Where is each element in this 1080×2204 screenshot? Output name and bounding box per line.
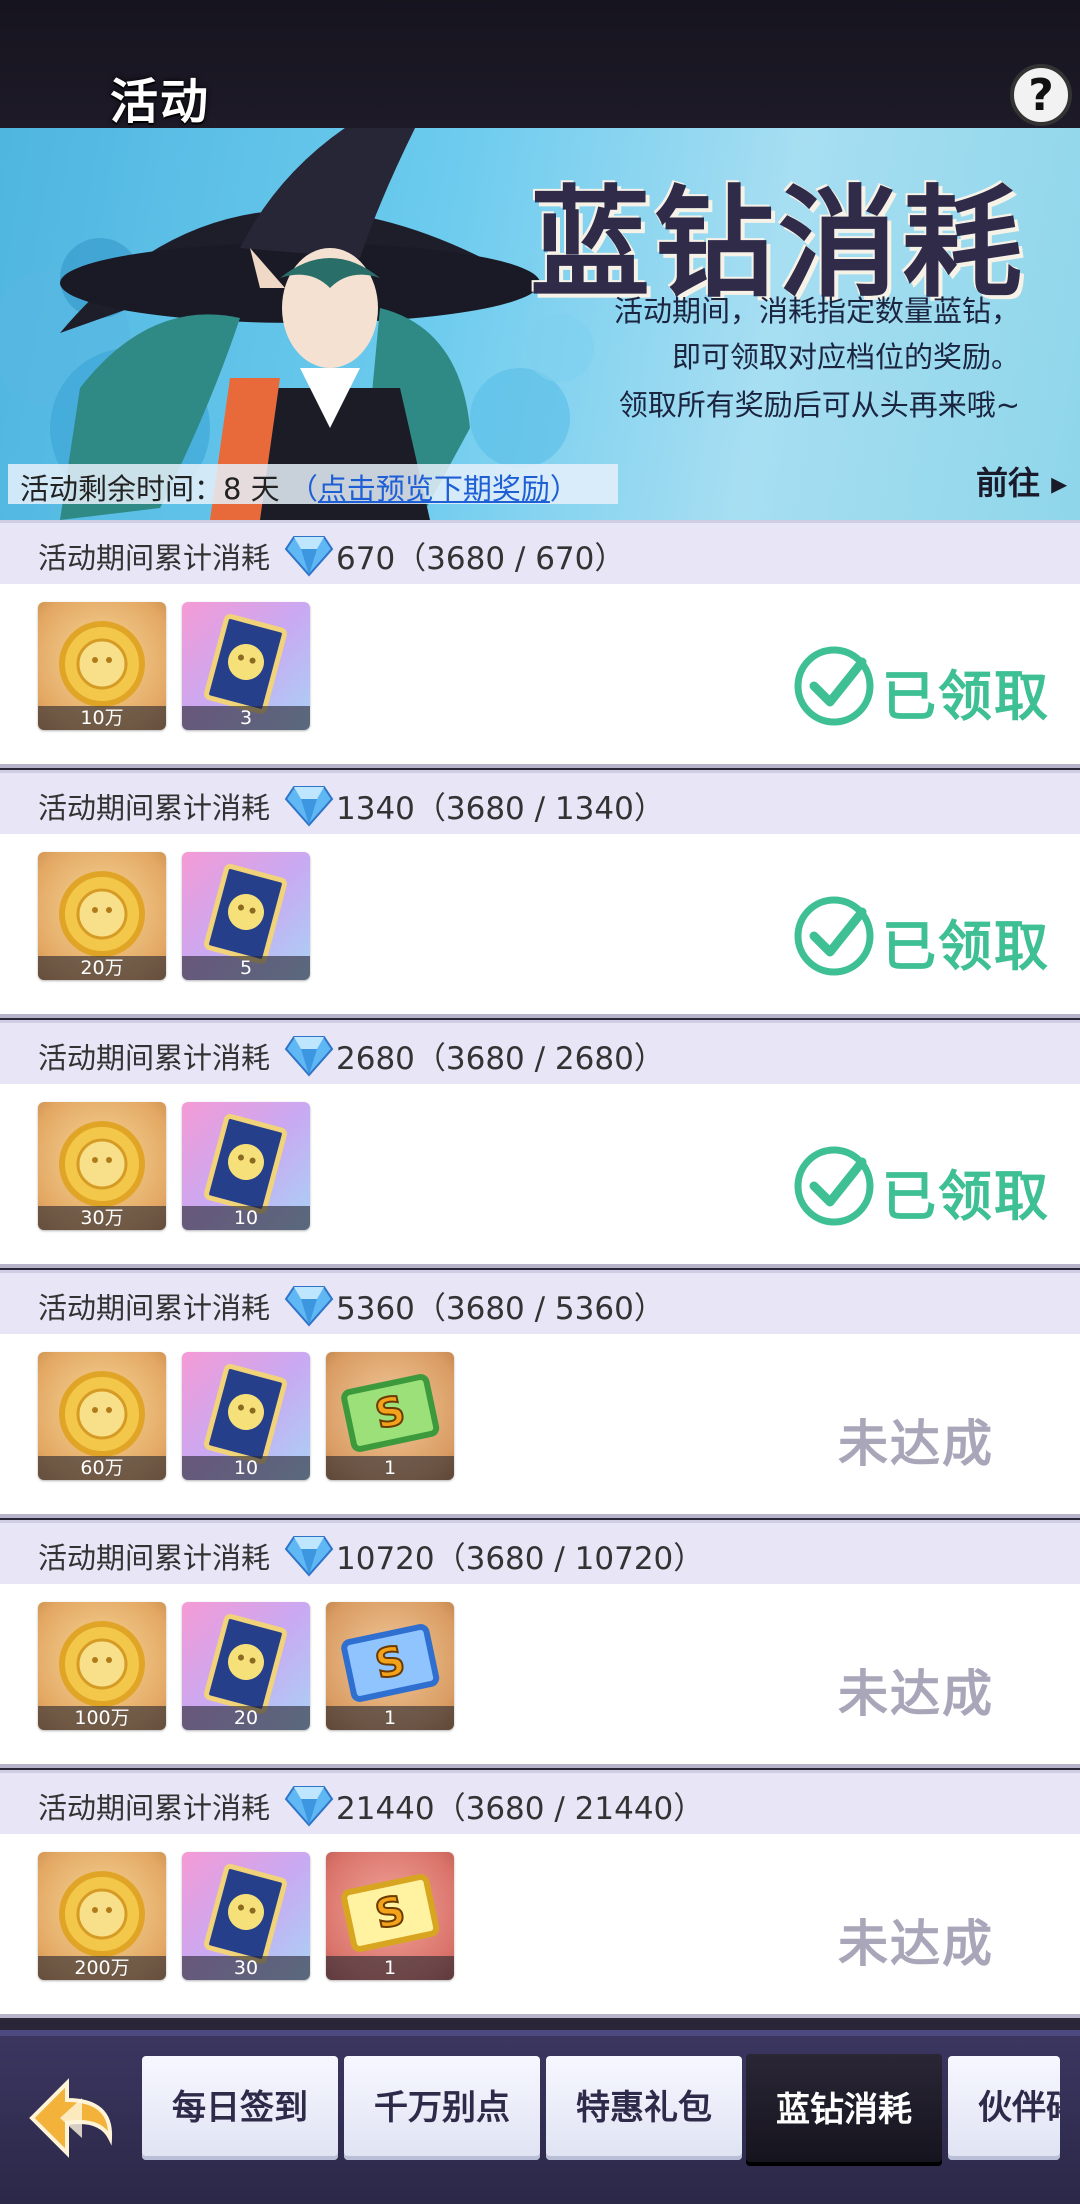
tab-item[interactable]: 每日签到 bbox=[142, 2056, 338, 2160]
tier-card: 活动期间累计消耗 5360（3680 / 5360） 60万 10 S 1 未达成 bbox=[0, 1270, 1080, 1520]
claimed-label: 已领取 bbox=[882, 1165, 1050, 1228]
tier-progress: 5360（3680 / 5360） bbox=[336, 1291, 665, 1327]
not-reached-label: 未达成 bbox=[838, 1915, 994, 1973]
reward-count: 10 bbox=[182, 1456, 310, 1480]
blue-diamond-icon bbox=[284, 1533, 334, 1581]
preview-next-rewards-link[interactable]: 点击预览下期奖励 bbox=[318, 472, 550, 506]
tier-header: 活动期间累计消耗 5360（3680 / 5360） bbox=[0, 1270, 1080, 1334]
reward-item[interactable]: S1 bbox=[326, 1852, 454, 1980]
reward-item[interactable]: 30 bbox=[182, 1852, 310, 1980]
tier-progress: 21440（3680 / 21440） bbox=[336, 1791, 705, 1827]
tier-card: 活动期间累计消耗 21440（3680 / 21440） 200万 30 S 1 未达成 bbox=[0, 1770, 1080, 2020]
not-reached-label: 未达成 bbox=[838, 1665, 994, 1723]
blue-diamond-icon bbox=[284, 1283, 334, 1331]
reward-count: 1 bbox=[326, 1706, 454, 1730]
tier-body: 200万 30 S 1 未达成 bbox=[0, 1834, 1080, 2018]
claimed-label: 已领取 bbox=[882, 915, 1050, 978]
reward-count: 60万 bbox=[38, 1456, 166, 1480]
page-title: 活动 bbox=[110, 74, 211, 130]
tier-progress: 670（3680 / 670） bbox=[336, 541, 626, 577]
timer-paren-open: （ bbox=[288, 472, 318, 506]
tier-card: 活动期间累计消耗 1340（3680 / 1340） 20万 5 已领取 bbox=[0, 770, 1080, 1020]
tier-body: 100万 20 S 1 未达成 bbox=[0, 1584, 1080, 1768]
banner-desc-line-1: 活动期间，消耗指定数量蓝钻， bbox=[613, 294, 1020, 328]
tier-header: 活动期间累计消耗 670（3680 / 670） bbox=[0, 520, 1080, 584]
reward-item[interactable]: 60万 bbox=[38, 1352, 166, 1480]
blue-diamond-icon bbox=[284, 783, 334, 831]
reward-count: 10 bbox=[182, 1206, 310, 1230]
reward-item[interactable]: 10 bbox=[182, 1352, 310, 1480]
tier-header: 活动期间累计消耗 21440（3680 / 21440） bbox=[0, 1770, 1080, 1834]
reward-item[interactable]: 20 bbox=[182, 1602, 310, 1730]
tier-label: 活动期间累计消耗 bbox=[38, 1541, 271, 1575]
reward-count: 1 bbox=[326, 1956, 454, 1980]
back-arrow-icon[interactable] bbox=[22, 2068, 122, 2168]
reward-item[interactable]: 100万 bbox=[38, 1602, 166, 1730]
reward-item[interactable]: S1 bbox=[326, 1602, 454, 1730]
reward-item[interactable]: 10 bbox=[182, 1102, 310, 1230]
reward-count: 20万 bbox=[38, 956, 166, 980]
event-banner: 蓝钻消耗 活动期间，消耗指定数量蓝钻， 即可领取对应档位的奖励。 领取所有奖励后… bbox=[0, 128, 1080, 520]
question-mark-icon[interactable]: ? bbox=[1010, 64, 1072, 126]
blue-diamond-icon bbox=[284, 1783, 334, 1831]
reward-item[interactable]: S1 bbox=[326, 1352, 454, 1480]
tab-item[interactable]: 千万别点 bbox=[344, 2056, 540, 2160]
event-timer: 活动剩余时间：8 天 （点击预览下期奖励） bbox=[20, 466, 579, 508]
reward-count: 1 bbox=[326, 1456, 454, 1480]
check-circle-icon bbox=[794, 896, 874, 976]
goto-button[interactable]: 前往 ▸ bbox=[976, 458, 1067, 504]
claimed-label: 已领取 bbox=[882, 665, 1050, 728]
tier-header: 活动期间累计消耗 1340（3680 / 1340） bbox=[0, 770, 1080, 834]
tier-progress: 1340（3680 / 1340） bbox=[336, 791, 665, 827]
reward-item[interactable]: 5 bbox=[182, 852, 310, 980]
check-circle-icon bbox=[794, 646, 874, 726]
timer-paren-close: ） bbox=[549, 472, 579, 506]
tier-body: 30万 10 已领取 bbox=[0, 1084, 1080, 1268]
tab-item[interactable]: 蓝钻消耗 bbox=[746, 2054, 942, 2166]
tab-item[interactable]: 伙伴碎 bbox=[948, 2056, 1060, 2160]
blue-diamond-icon bbox=[284, 533, 334, 581]
reward-count: 3 bbox=[182, 706, 310, 730]
tier-header: 活动期间累计消耗 10720（3680 / 10720） bbox=[0, 1520, 1080, 1584]
tier-label: 活动期间累计消耗 bbox=[38, 1041, 271, 1075]
reward-count: 5 bbox=[182, 956, 310, 980]
tier-label: 活动期间累计消耗 bbox=[38, 791, 271, 825]
tier-body: 60万 10 S 1 未达成 bbox=[0, 1334, 1080, 1518]
reward-item[interactable]: 30万 bbox=[38, 1102, 166, 1230]
reward-count: 100万 bbox=[38, 1706, 166, 1730]
tier-label: 活动期间累计消耗 bbox=[38, 1791, 271, 1825]
reward-count: 30 bbox=[182, 1956, 310, 1980]
tier-label: 活动期间累计消耗 bbox=[38, 1291, 271, 1325]
reward-count: 200万 bbox=[38, 1956, 166, 1980]
tier-card: 活动期间累计消耗 2680（3680 / 2680） 30万 10 已领取 bbox=[0, 1020, 1080, 1270]
banner-desc-line-3: 领取所有奖励后可从头再来哦~ bbox=[618, 388, 1020, 422]
tier-progress: 2680（3680 / 2680） bbox=[336, 1041, 665, 1077]
tier-progress: 10720（3680 / 10720） bbox=[336, 1541, 705, 1577]
check-circle-icon bbox=[794, 1146, 874, 1226]
reward-item[interactable]: 200万 bbox=[38, 1852, 166, 1980]
reward-item[interactable]: 3 bbox=[182, 602, 310, 730]
tab-item[interactable]: 特惠礼包 bbox=[546, 2056, 742, 2160]
reward-count: 20 bbox=[182, 1706, 310, 1730]
tier-body: 10万 3 已领取 bbox=[0, 584, 1080, 768]
tier-header: 活动期间累计消耗 2680（3680 / 2680） bbox=[0, 1020, 1080, 1084]
reward-item[interactable]: 20万 bbox=[38, 852, 166, 980]
tier-card: 活动期间累计消耗 10720（3680 / 10720） 100万 20 S 1 未达成 bbox=[0, 1520, 1080, 1770]
reward-count: 30万 bbox=[38, 1206, 166, 1230]
reward-count: 10万 bbox=[38, 706, 166, 730]
tier-card: 活动期间累计消耗 670（3680 / 670） 10万 3 已领取 bbox=[0, 520, 1080, 770]
not-reached-label: 未达成 bbox=[838, 1415, 994, 1473]
timer-label: 活动剩余时间：8 天 bbox=[20, 472, 280, 506]
reward-item[interactable]: 10万 bbox=[38, 602, 166, 730]
blue-diamond-icon bbox=[284, 1033, 334, 1081]
banner-desc-line-2: 即可领取对应档位的奖励。 bbox=[671, 340, 1020, 374]
tier-label: 活动期间累计消耗 bbox=[38, 541, 271, 575]
tier-body: 20万 5 已领取 bbox=[0, 834, 1080, 1018]
